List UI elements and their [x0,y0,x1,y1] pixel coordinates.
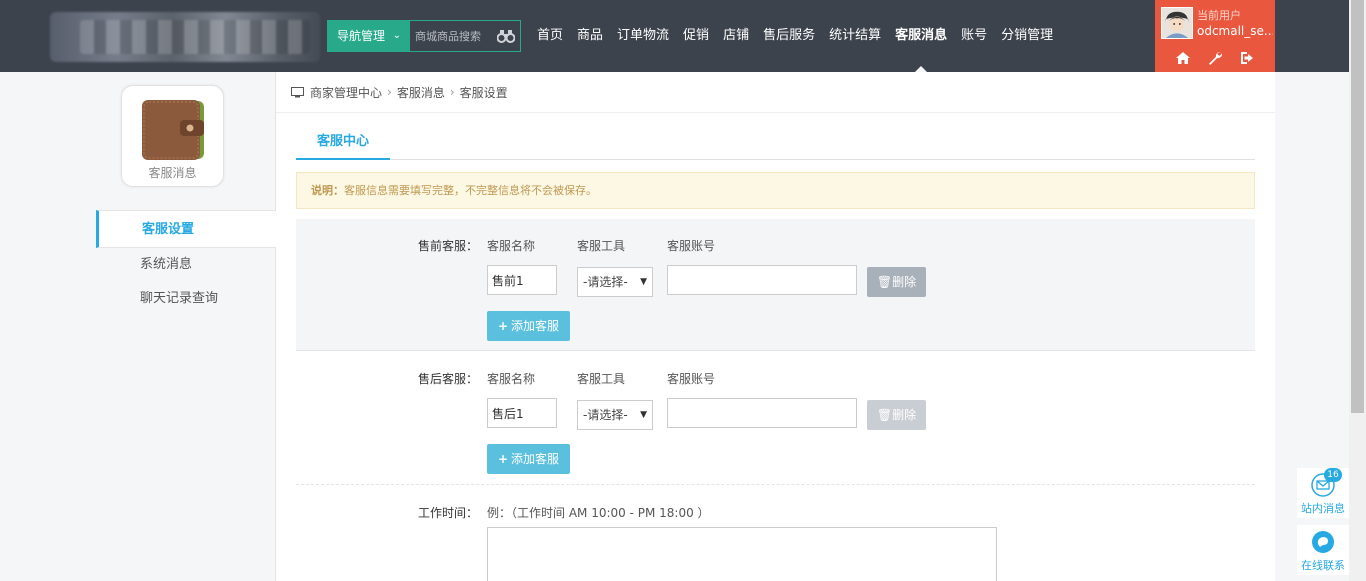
caret-down-icon: ▼ [640,277,647,287]
nav-item-customer-service[interactable]: 客服消息 [888,0,954,72]
col-header-name: 客服名称 [487,239,536,253]
monitor-icon [291,86,304,97]
logout-icon[interactable] [1239,50,1255,66]
online-contact-button[interactable]: 在线联系 [1297,525,1349,575]
sidebar-item-chat-history[interactable]: 聊天记录查询 [96,282,276,316]
add-label: 添加客服 [511,319,560,333]
after-sale-add-button[interactable]: + 添加客服 [487,444,570,474]
current-user-label: 当前用户 [1197,9,1241,22]
page-scrollbar-thumb[interactable] [1351,0,1364,413]
breadcrumb-home[interactable]: 商家管理中心 [310,84,382,101]
col-header-tool: 客服工具 [577,372,626,386]
nav-management-dropdown[interactable]: 导航管理 ⌄ [327,20,409,52]
sidebar-item-system-messages[interactable]: 系统消息 [96,248,276,282]
pre-sale-tool-value: -请选择- [583,275,628,289]
after-sale-tool-value: -请选择- [583,408,628,422]
notice-prefix: 说明： [311,184,344,197]
sidebar: 客服消息 客服设置 系统消息 聊天记录查询 [0,72,276,581]
nav-item-account[interactable]: 账号 [954,0,994,72]
work-time-example: 例：（工作时间 AM 10:00 - PM 18:00 ） [487,506,710,520]
notice-banner: 说明：客服信息需要填写完整，不完整信息将不会被保存。 [296,172,1255,209]
after-sale-account-input[interactable] [667,398,857,428]
nav-item-store[interactable]: 店铺 [716,0,756,72]
main-content: 商家管理中心 › 客服消息 › 客服设置 客服中心 说明：客服信息需要填写完整，… [276,72,1275,581]
store-logo [50,12,320,62]
after-sale-label: 售后客服： [417,372,478,386]
nav-management-label: 导航管理 [337,29,386,43]
nav-item-promotion[interactable]: 促销 [676,0,716,72]
delete-label: 删除 [892,408,917,422]
message-count-badge: 16 [1324,468,1342,482]
user-actions [1155,50,1275,66]
col-header-name: 客服名称 [487,372,536,386]
col-header-account: 客服账号 [667,372,716,386]
nav-item-statistics[interactable]: 统计结算 [822,0,888,72]
nav-item-goods[interactable]: 商品 [570,0,610,72]
plus-icon: + [497,452,509,466]
nav-item-home[interactable]: 首页 [530,0,570,72]
main-nav: 首页 商品 订单物流 促销 店铺 售后服务 统计结算 客服消息 账号 分销管理 [530,0,1060,72]
top-navbar: 导航管理 ⌄ 首页 商品 订单物流 促销 店铺 售后服务 统计结算 客服消息 账… [0,0,1366,72]
pre-sale-tool-select[interactable]: -请选择- ▼ [577,267,653,297]
work-time-textarea[interactable] [487,527,997,581]
work-time-label: 工作时间： [417,506,478,520]
col-header-tool: 客服工具 [577,239,626,253]
app-card: 客服消息 [121,85,224,187]
pre-sale-label: 售前客服： [417,239,478,253]
pre-sale-add-button[interactable]: + 添加客服 [487,311,570,341]
pre-sale-section: 售前客服： 客服名称 客服工具 客服账号 -请选择- ▼ 🗑删除 +添加客服 [296,219,1255,351]
pre-sale-delete-button[interactable]: 🗑删除 [867,267,926,297]
nav-item-orders[interactable]: 订单物流 [610,0,676,72]
after-sale-name-input[interactable] [487,398,557,428]
breadcrumb-separator: › [387,85,392,99]
user-panel: 当前用户 odcmall_se... [1155,0,1275,72]
search-box [409,20,521,52]
chat-icon [1312,531,1334,553]
breadcrumb: 商家管理中心 › 客服消息 › 客服设置 [291,84,508,100]
user-name: odcmall_se... [1197,24,1273,38]
online-contact-label: 在线联系 [1301,559,1345,572]
after-sale-section: 售后客服： 客服名称 客服工具 客服账号 -请选择- ▼ 🗑删除 +添加客服 [296,352,1255,485]
notice-text: 客服信息需要填写完整，不完整信息将不会被保存。 [344,184,597,197]
home-icon[interactable] [1175,50,1191,66]
wallet-icon [142,100,204,160]
add-label: 添加客服 [511,452,560,466]
nav-item-distribution[interactable]: 分销管理 [994,0,1060,72]
nav-item-after-sales[interactable]: 售后服务 [756,0,822,72]
after-sale-delete-button[interactable]: 🗑删除 [867,400,926,430]
app-card-label: 客服消息 [148,166,197,180]
breadcrumb-current: 客服设置 [459,85,508,100]
plus-icon: + [497,319,509,333]
wrench-icon[interactable] [1207,50,1223,66]
pre-sale-account-input[interactable] [667,265,857,295]
breadcrumb-section[interactable]: 客服消息 [397,84,445,101]
divider [276,112,1275,113]
caret-down-icon: ▼ [640,410,647,420]
after-sale-tool-select[interactable]: -请选择- ▼ [577,400,653,430]
trash-icon: 🗑 [876,408,893,422]
breadcrumb-separator: › [449,85,455,99]
pre-sale-name-input[interactable] [487,265,557,295]
chevron-down-icon: ⌄ [392,30,401,41]
site-message-button[interactable]: 16 站内消息 [1297,468,1349,518]
delete-label: 删除 [892,275,917,289]
sidebar-item-cs-settings[interactable]: 客服设置 [96,210,276,248]
side-menu: 客服设置 系统消息 聊天记录查询 [96,210,276,316]
trash-icon: 🗑 [876,275,893,289]
search-input[interactable] [410,21,494,51]
avatar[interactable] [1161,7,1193,39]
site-message-label: 站内消息 [1301,502,1345,515]
col-header-account: 客服账号 [667,239,716,253]
binoculars-icon[interactable] [497,29,515,43]
tab-cs-center[interactable]: 客服中心 [296,130,390,160]
work-time-section: 工作时间： 例：（工作时间 AM 10:00 - PM 18:00 ） [296,486,1255,581]
tab-bar: 客服中心 [296,130,1255,160]
